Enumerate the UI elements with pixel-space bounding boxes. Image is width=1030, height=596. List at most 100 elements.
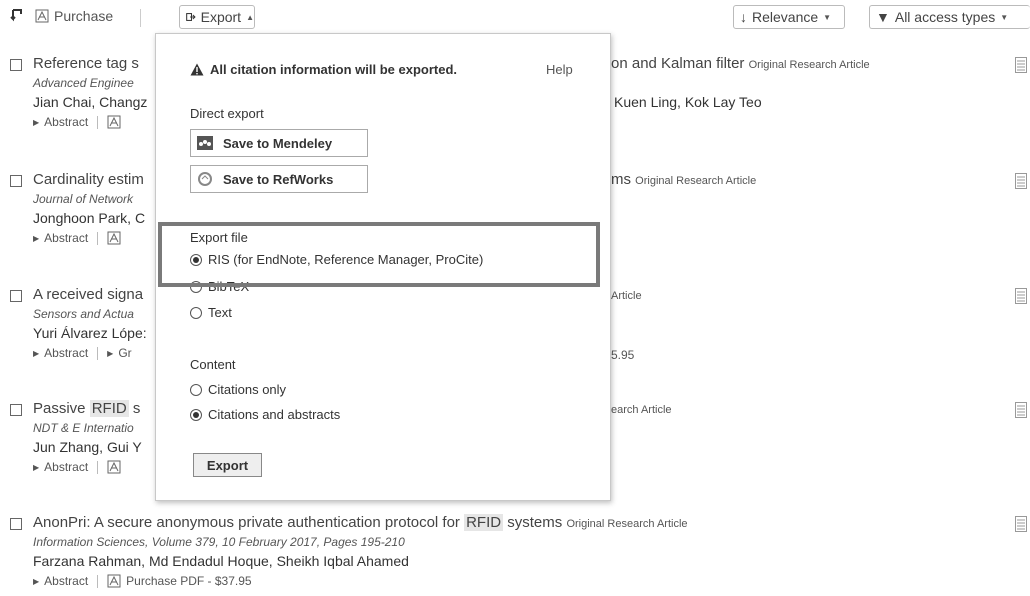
radio-button[interactable] [190,383,202,396]
caret-up-icon: ▲ [246,12,254,22]
result-source: Advanced Enginee [33,76,134,90]
results-toolbar: Purchase Export ▲ ↓ Relevance ▼ ▼ All ac… [0,0,1030,36]
back-arrow-icon[interactable] [10,8,24,22]
result-actions: ▶ Abstract [33,115,121,129]
pdf-icon[interactable] [107,460,121,474]
result-title-text: s [132,400,141,417]
action-divider [97,231,99,245]
export-warning: All citation information will be exporte… [190,62,457,77]
result-title[interactable]: Cardinality estim [33,171,144,188]
pdf-icon [35,9,49,23]
mendeley-label: Save to Mendeley [223,135,333,151]
relevance-label: Relevance [752,9,819,25]
expand-triangle-icon: ▶ [33,117,40,127]
result-title-text: AnonPri: A secure anonymous private auth… [33,514,460,531]
abstract-link[interactable]: Abstract [44,574,88,588]
expand-triangle-icon: ▶ [107,348,114,358]
result-title-text: Passive [33,400,86,417]
result-source: Sensors and Actua [33,307,134,321]
radio-button[interactable] [190,306,202,319]
result-title-end[interactable]: earch Article [611,400,672,417]
result-title[interactable]: Reference tag s [33,55,139,72]
format-label: Text [208,305,232,320]
select-checkbox[interactable] [10,175,22,187]
abstract-link[interactable]: Abstract [44,346,88,360]
result-actions: ▶ Abstract [33,460,121,474]
purchase-label: Purchase [54,8,114,24]
result-source: Information Sciences, Volume 379, 10 Feb… [33,535,405,549]
article-type: Original Research Article [635,175,757,187]
search-term-highlight: RFID [464,514,504,531]
content-citations-abstracts-option[interactable]: Citations and abstracts [190,407,340,422]
select-checkbox[interactable] [10,290,22,302]
result-authors: Jun Zhang, Gui Y [33,439,142,455]
result-actions: ▶ Abstract Purchase PDF - $37.95 [33,574,252,588]
result-title-text: systems [507,514,563,531]
search-term-highlight: RFID [89,400,129,417]
export-icon [186,13,196,21]
abstract-link[interactable]: Abstract [44,231,88,245]
result-authors: Jian Chai, Changz [33,94,148,110]
action-divider [97,574,99,588]
format-text-option[interactable]: Text [190,305,232,320]
sort-relevance-select[interactable]: ↓ Relevance ▼ [733,5,845,29]
radio-button[interactable] [190,408,202,421]
price-fragment: 5.95 [611,348,635,362]
expand-triangle-icon: ▶ [33,233,40,243]
help-link[interactable]: Help [546,62,573,77]
content-heading: Content [190,357,236,372]
save-to-refworks-button[interactable]: Save to RefWorks [190,165,368,193]
filter-icon: ▼ [876,9,890,25]
result-title-end-text: ms [611,171,631,188]
refworks-label: Save to RefWorks [223,171,334,187]
down-arrow-icon: ↓ [740,9,747,25]
purchase-pdf-link[interactable]: Purchase PDF - $37.95 [126,574,251,588]
article-type: earch Article [611,404,672,416]
result-title[interactable]: A received signa [33,286,143,303]
result-title-end[interactable]: on and Kalman filter Original Research A… [611,55,870,72]
result-title-end[interactable]: ms Original Research Article [611,171,756,188]
annotation-highlight-box [158,222,600,287]
result-authors: Farzana Rahman, Md Endadul Hoque, Sheikh… [33,553,409,569]
article-type: Original Research Article [748,59,870,71]
purchase-link[interactable]: Purchase [35,8,113,24]
result-source: NDT & E Internatio [33,421,134,435]
document-icon[interactable] [1015,173,1027,189]
direct-export-heading: Direct export [190,106,264,121]
article-type: Original Research Article [566,518,688,530]
select-checkbox[interactable] [10,518,22,530]
result-title[interactable]: Passive RFID s [33,400,140,417]
graphical-abstract-link[interactable]: Gr [118,346,131,360]
content-option-label: Citations only [208,382,287,397]
toolbar-divider [140,9,141,27]
expand-triangle-icon: ▶ [33,462,40,472]
pdf-icon[interactable] [107,231,121,245]
content-citations-only-option[interactable]: Citations only [190,382,286,397]
mendeley-icon [197,136,213,150]
pdf-icon[interactable] [107,115,121,129]
result-title-end[interactable]: Article [611,286,642,303]
document-icon[interactable] [1015,57,1027,73]
access-type-filter[interactable]: ▼ All access types ▼ [869,5,1030,29]
expand-triangle-icon: ▶ [33,348,40,358]
save-to-mendeley-button[interactable]: Save to Mendeley [190,129,368,157]
export-button[interactable]: Export ▲ [179,5,255,29]
caret-down-icon: ▼ [823,12,832,22]
export-submit-button[interactable]: Export [193,453,262,477]
warning-text: All citation information will be exporte… [210,62,458,77]
document-icon[interactable] [1015,402,1027,418]
article-type: Article [611,290,642,302]
action-divider [97,346,99,360]
caret-down-icon: ▼ [1000,12,1009,22]
abstract-link[interactable]: Abstract [44,115,88,129]
result-source: Journal of Network [33,192,134,206]
document-icon[interactable] [1015,516,1027,532]
select-checkbox[interactable] [10,59,22,71]
select-checkbox[interactable] [10,404,22,416]
abstract-link[interactable]: Abstract [44,460,88,474]
refworks-icon [198,172,212,186]
result-actions: ▶ Abstract ▶ Gr [33,346,132,360]
document-icon[interactable] [1015,288,1027,304]
result-title[interactable]: AnonPri: A secure anonymous private auth… [33,514,688,531]
result-actions: ▶ Abstract [33,231,121,245]
